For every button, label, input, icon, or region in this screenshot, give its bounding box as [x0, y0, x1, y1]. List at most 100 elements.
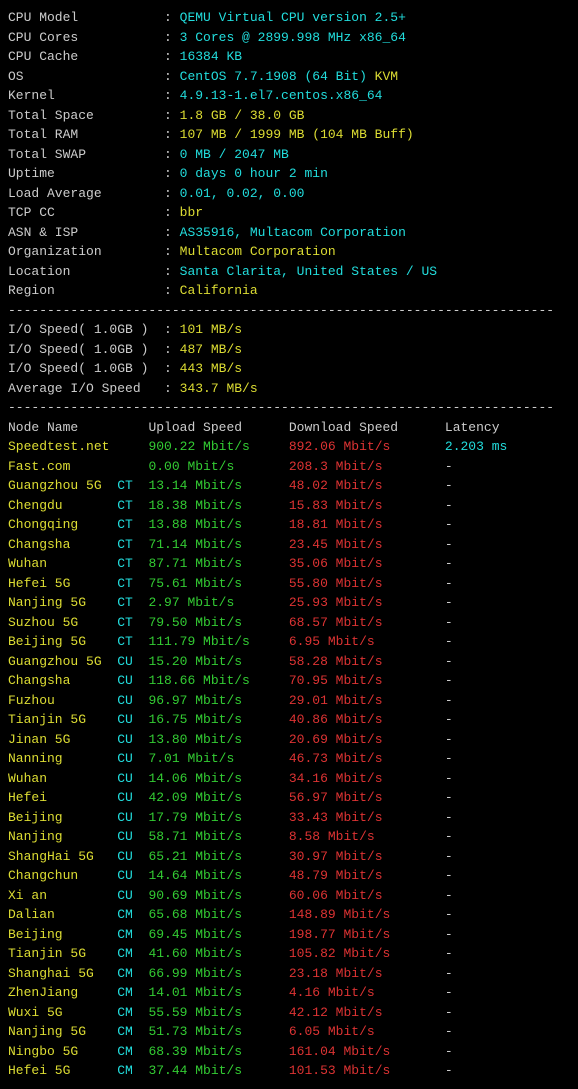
speed-row: Guangzhou 5G CT 13.14 Mbit/s 48.02 Mbit/…: [8, 476, 570, 496]
speed-row: Jinan 5G CU 13.80 Mbit/s 20.69 Mbit/s -: [8, 730, 570, 750]
upload-speed: 13.88 Mbit/s: [148, 517, 288, 532]
upload-speed: 13.80 Mbit/s: [148, 732, 288, 747]
latency: -: [445, 654, 453, 669]
upload-speed: 68.39 Mbit/s: [148, 1044, 288, 1059]
node-name: Dalian: [8, 907, 117, 922]
node-tag: CM: [117, 966, 148, 981]
speed-row: Changsha CU 118.66 Mbit/s 70.95 Mbit/s -: [8, 671, 570, 691]
upload-speed: 15.20 Mbit/s: [148, 654, 288, 669]
info-value: 0 MB / 2047 MB: [180, 147, 289, 162]
colon: :: [164, 361, 180, 376]
latency: -: [445, 849, 453, 864]
node-tag: CM: [117, 946, 148, 961]
upload-speed: 55.59 Mbit/s: [148, 1005, 288, 1020]
node-tag: CU: [117, 888, 148, 903]
latency: -: [445, 712, 453, 727]
upload-speed: 7.01 Mbit/s: [148, 751, 288, 766]
download-speed: 101.53 Mbit/s: [289, 1063, 445, 1078]
node-tag: CM: [117, 1024, 148, 1039]
download-speed: 148.89 Mbit/s: [289, 907, 445, 922]
node-name: Tianjin 5G: [8, 946, 117, 961]
latency: -: [445, 459, 453, 474]
node-name: ShangHai 5G: [8, 849, 117, 864]
node-name: Suzhou 5G: [8, 615, 117, 630]
node-tag: CT: [117, 478, 148, 493]
upload-speed: 66.99 Mbit/s: [148, 966, 288, 981]
upload-speed: 14.06 Mbit/s: [148, 771, 288, 786]
upload-speed: 18.38 Mbit/s: [148, 498, 288, 513]
download-speed: 58.28 Mbit/s: [289, 654, 445, 669]
latency: -: [445, 888, 453, 903]
node-tag: CU: [117, 771, 148, 786]
latency: -: [445, 790, 453, 805]
io-row: I/O Speed( 1.0GB ) : 487 MB/s: [8, 340, 570, 360]
speed-row: Beijing 5G CT 111.79 Mbit/s 6.95 Mbit/s …: [8, 632, 570, 652]
speed-row: Chongqing CT 13.88 Mbit/s 18.81 Mbit/s -: [8, 515, 570, 535]
info-row: Total RAM : 107 MB / 1999 MB (104 MB Buf…: [8, 125, 570, 145]
upload-speed: 118.66 Mbit/s: [148, 673, 288, 688]
latency: -: [445, 829, 453, 844]
node-tag: CU: [117, 829, 148, 844]
info-row: ASN & ISP : AS35916, Multacom Corporatio…: [8, 223, 570, 243]
node-name: Guangzhou 5G: [8, 654, 117, 669]
node-name: Nanjing 5G: [8, 1024, 117, 1039]
upload-speed: 71.14 Mbit/s: [148, 537, 288, 552]
speed-row: Nanjing 5G CM 51.73 Mbit/s 6.05 Mbit/s -: [8, 1022, 570, 1042]
download-speed: 55.80 Mbit/s: [289, 576, 445, 591]
speed-row: Nanjing CU 58.71 Mbit/s 8.58 Mbit/s -: [8, 827, 570, 847]
info-value: California: [180, 283, 258, 298]
latency: -: [445, 946, 453, 961]
latency: -: [445, 1044, 453, 1059]
info-label: Uptime: [8, 164, 164, 184]
header-upload: Upload Speed: [148, 420, 288, 435]
info-label: Total RAM: [8, 125, 164, 145]
speed-row: Speedtest.net 900.22 Mbit/s 892.06 Mbit/…: [8, 437, 570, 457]
node-name: Guangzhou 5G: [8, 478, 117, 493]
download-speed: 25.93 Mbit/s: [289, 595, 445, 610]
header-latency: Latency: [445, 420, 500, 435]
speed-row: Ningbo 5G CM 68.39 Mbit/s 161.04 Mbit/s …: [8, 1042, 570, 1062]
io-speed-section: I/O Speed( 1.0GB ) : 101 MB/sI/O Speed( …: [8, 320, 570, 398]
download-speed: 20.69 Mbit/s: [289, 732, 445, 747]
node-name: Hefei 5G: [8, 1063, 117, 1078]
node-tag: [117, 459, 148, 474]
colon: :: [164, 342, 180, 357]
io-label: Average I/O Speed: [8, 379, 164, 399]
node-tag: CM: [117, 985, 148, 1000]
colon: :: [164, 108, 180, 123]
upload-speed: 900.22 Mbit/s: [148, 439, 288, 454]
download-speed: 892.06 Mbit/s: [289, 439, 445, 454]
node-name: Chengdu: [8, 498, 117, 513]
speed-row: Hefei 5G CT 75.61 Mbit/s 55.80 Mbit/s -: [8, 574, 570, 594]
speed-row: Tianjin 5G CU 16.75 Mbit/s 40.86 Mbit/s …: [8, 710, 570, 730]
io-label: I/O Speed( 1.0GB ): [8, 320, 164, 340]
io-label: I/O Speed( 1.0GB ): [8, 340, 164, 360]
info-row: TCP CC : bbr: [8, 203, 570, 223]
node-name: Wuxi 5G: [8, 1005, 117, 1020]
latency: -: [445, 732, 453, 747]
download-speed: 30.97 Mbit/s: [289, 849, 445, 864]
node-name: Nanning: [8, 751, 117, 766]
info-label: CPU Model: [8, 8, 164, 28]
header-download: Download Speed: [289, 420, 445, 435]
latency: -: [445, 1005, 453, 1020]
node-name: Changsha: [8, 673, 117, 688]
node-tag: CM: [117, 907, 148, 922]
node-tag: CT: [117, 537, 148, 552]
colon: :: [164, 127, 180, 142]
colon: :: [164, 381, 180, 396]
node-tag: CM: [117, 1063, 148, 1078]
latency: -: [445, 537, 453, 552]
info-row: Load Average : 0.01, 0.02, 0.00: [8, 184, 570, 204]
speed-row: Nanning CU 7.01 Mbit/s 46.73 Mbit/s -: [8, 749, 570, 769]
latency: -: [445, 517, 453, 532]
info-value: CentOS 7.7.1908 (64 Bit): [180, 69, 367, 84]
node-tag: CU: [117, 693, 148, 708]
latency: -: [445, 634, 453, 649]
upload-speed: 65.21 Mbit/s: [148, 849, 288, 864]
node-tag: CU: [117, 751, 148, 766]
colon: :: [164, 30, 180, 45]
latency: -: [445, 927, 453, 942]
info-row: CPU Model : QEMU Virtual CPU version 2.5…: [8, 8, 570, 28]
colon: :: [164, 264, 180, 279]
